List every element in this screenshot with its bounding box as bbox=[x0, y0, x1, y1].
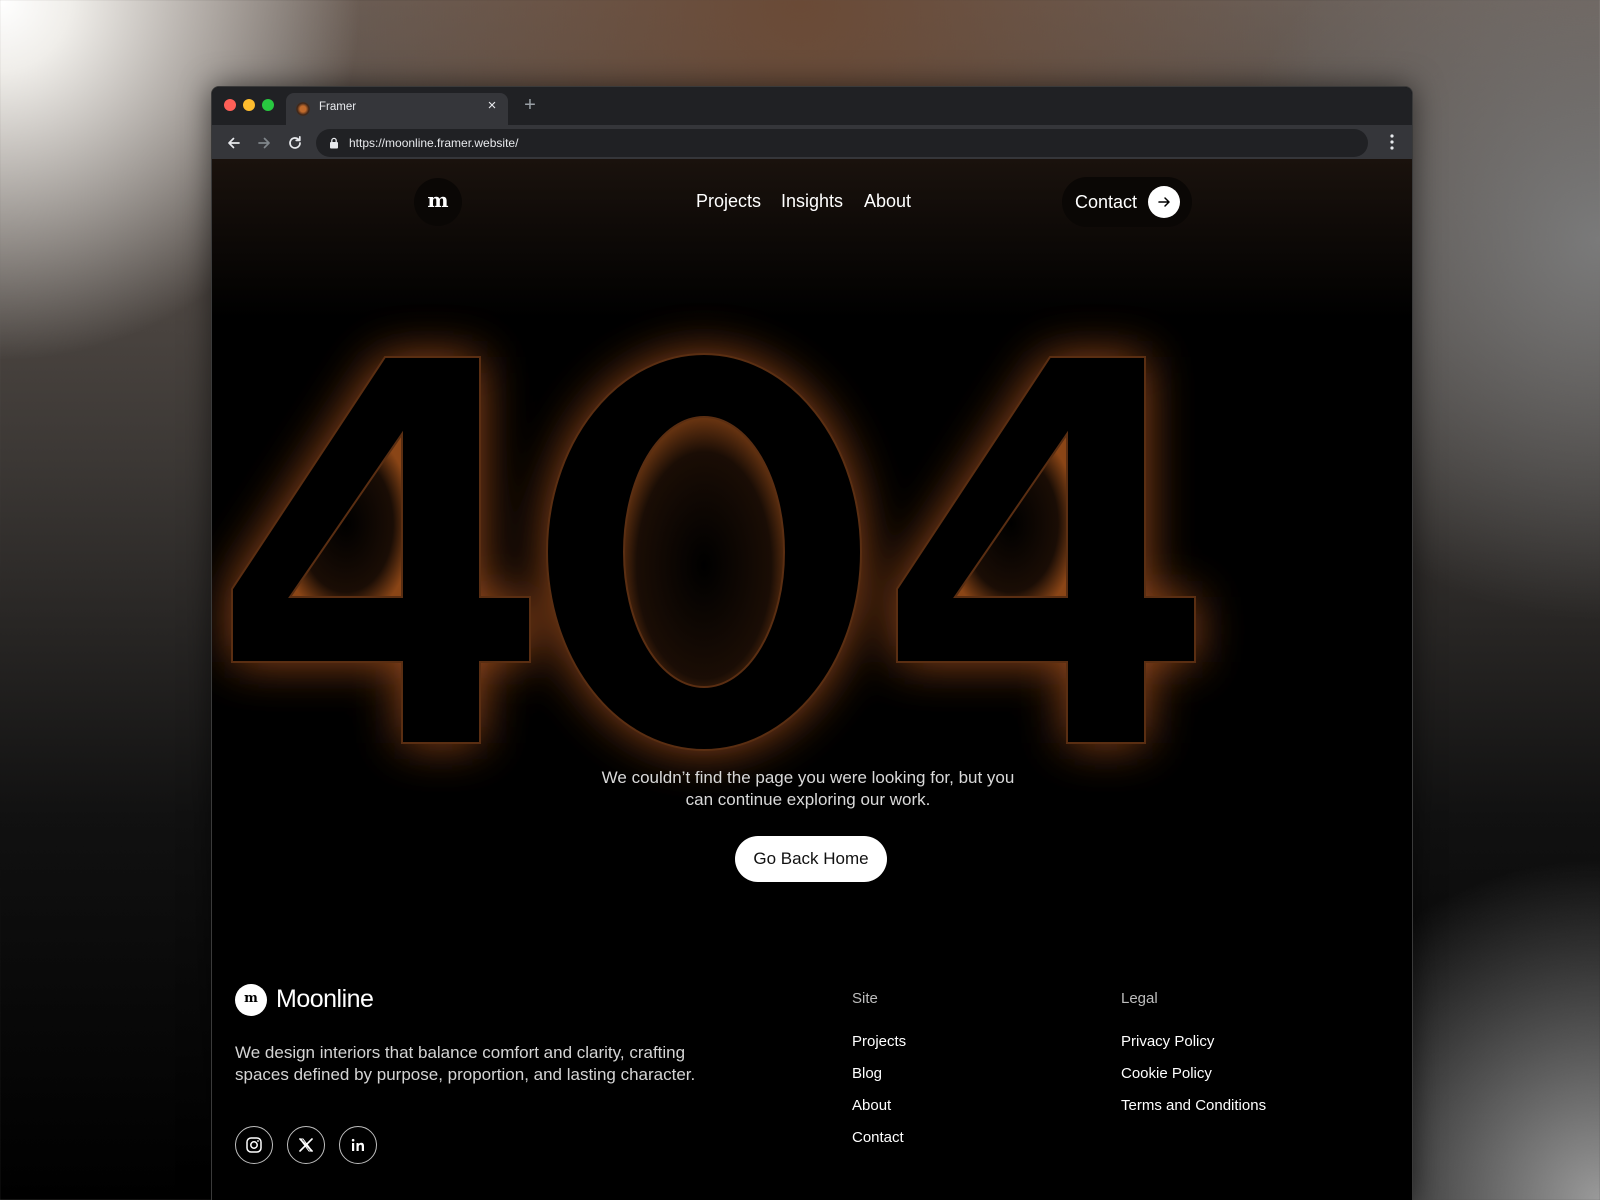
maximize-window-button[interactable] bbox=[262, 99, 274, 111]
close-tab-icon[interactable]: × bbox=[484, 98, 500, 114]
footer-legal-heading: Legal bbox=[1121, 990, 1158, 1007]
nav-link-insights[interactable]: Insights bbox=[781, 191, 843, 212]
footer-description: We design interiors that balance comfort… bbox=[235, 1043, 696, 1084]
footer-link-cookie-policy[interactable]: Cookie Policy bbox=[1121, 1065, 1212, 1082]
tab-title: Framer bbox=[319, 101, 357, 113]
footer-link-projects[interactable]: Projects bbox=[852, 1033, 906, 1050]
footer-logo[interactable]: m bbox=[235, 984, 267, 1016]
x-icon[interactable] bbox=[287, 1126, 325, 1164]
tab-bar: Framer × + bbox=[212, 87, 1412, 125]
error-message: We couldn’t find the page you were looki… bbox=[601, 768, 1015, 809]
go-back-home-button[interactable]: Go Back Home bbox=[735, 836, 887, 882]
error-code-404 bbox=[231, 353, 1196, 751]
arrow-right-icon bbox=[1148, 186, 1180, 218]
linkedin-icon[interactable] bbox=[339, 1126, 377, 1164]
footer-link-about[interactable]: About bbox=[852, 1097, 891, 1114]
instagram-icon[interactable] bbox=[235, 1126, 273, 1164]
close-window-button[interactable] bbox=[224, 99, 236, 111]
footer-brand-name: Moonline bbox=[276, 985, 374, 1013]
new-tab-icon[interactable]: + bbox=[520, 93, 540, 117]
contact-button[interactable]: Contact bbox=[1062, 177, 1192, 227]
minimize-window-button[interactable] bbox=[243, 99, 255, 111]
site-logo[interactable]: m bbox=[414, 178, 462, 226]
nav-link-projects[interactable]: Projects bbox=[696, 191, 761, 212]
browser-window: Framer × + https://moonline.framer.websi… bbox=[211, 86, 1413, 1200]
footer-site-heading: Site bbox=[852, 990, 878, 1007]
footer-link-contact[interactable]: Contact bbox=[852, 1129, 904, 1146]
footer-link-privacy-policy[interactable]: Privacy Policy bbox=[1121, 1033, 1214, 1050]
footer-link-terms[interactable]: Terms and Conditions bbox=[1121, 1097, 1266, 1114]
reload-icon[interactable] bbox=[285, 133, 305, 153]
browser-toolbar: https://moonline.framer.website/ bbox=[212, 125, 1412, 159]
nav-link-about[interactable]: About bbox=[864, 191, 911, 212]
forward-arrow-icon[interactable] bbox=[254, 133, 274, 153]
back-arrow-icon[interactable] bbox=[224, 133, 244, 153]
browser-menu-icon[interactable] bbox=[1388, 133, 1396, 151]
favicon-icon bbox=[296, 102, 310, 116]
lock-icon bbox=[330, 137, 338, 149]
url-text: https://moonline.framer.website/ bbox=[349, 136, 519, 150]
footer-link-blog[interactable]: Blog bbox=[852, 1065, 882, 1082]
contact-button-label: Contact bbox=[1075, 192, 1138, 212]
address-bar[interactable]: https://moonline.framer.website/ bbox=[316, 129, 1368, 157]
page-viewport: m Projects Insights About Contact We cou… bbox=[212, 159, 1412, 1200]
browser-tab[interactable]: Framer × bbox=[286, 93, 508, 125]
